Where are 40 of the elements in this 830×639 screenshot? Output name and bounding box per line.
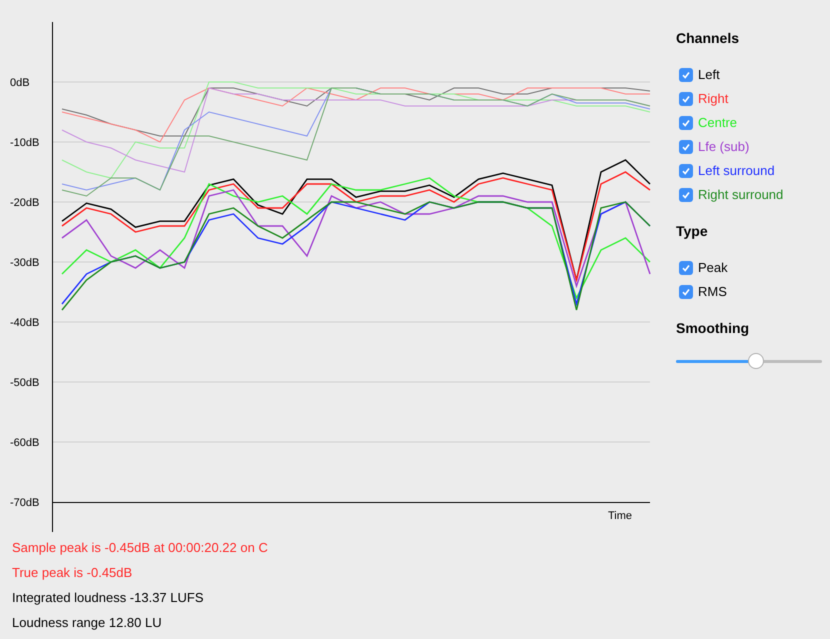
checked-checkbox[interactable]	[679, 92, 693, 106]
readout-text: Loudness range 12.80 LU	[12, 615, 162, 630]
readout-text: True peak is -0.45dB	[12, 565, 132, 580]
checkbox-option[interactable]: Peak	[679, 256, 830, 280]
checked-checkbox[interactable]	[679, 261, 693, 275]
axis-label: Time	[608, 510, 632, 522]
readout-text: Sample peak is -0.45dB at 00:00:20.22 on C	[12, 540, 268, 555]
axis-tick-label: -40dB	[10, 317, 40, 329]
checkmark-icon	[681, 142, 691, 152]
section-heading: Smoothing	[676, 319, 750, 336]
axis-tick-label: -70dB	[10, 497, 40, 509]
axis-tick-label: -10dB	[10, 137, 40, 149]
checkmark-icon	[681, 70, 691, 80]
checkmark-icon	[681, 190, 691, 200]
checked-checkbox[interactable]	[679, 285, 693, 299]
checkmark-icon	[681, 166, 691, 176]
axis-tick-label: -60dB	[10, 437, 40, 449]
checkbox-option[interactable]: Lfe (sub)	[679, 135, 830, 159]
section-heading: Type	[676, 222, 709, 239]
smoothing-slider[interactable]	[676, 353, 822, 369]
checked-checkbox[interactable]	[679, 116, 693, 130]
checkmark-icon	[681, 118, 691, 128]
checked-checkbox[interactable]	[679, 140, 693, 154]
axis-tick-label: 0dB	[10, 77, 30, 89]
checkbox-option[interactable]: Right	[679, 87, 830, 111]
checkbox-option[interactable]: Left	[679, 63, 830, 87]
checkbox-option[interactable]: Right surround	[679, 183, 830, 207]
checked-checkbox[interactable]	[679, 164, 693, 178]
section-heading: Channels	[676, 29, 740, 46]
checked-checkbox[interactable]	[679, 188, 693, 202]
checked-checkbox[interactable]	[679, 68, 693, 82]
checkbox-option[interactable]: Left surround	[679, 159, 830, 183]
axis-tick-label: -50dB	[10, 377, 40, 389]
checkbox-option[interactable]: RMS	[679, 280, 830, 304]
axis-tick-label: -30dB	[10, 257, 40, 269]
checkmark-icon	[681, 94, 691, 104]
checkmark-icon	[681, 287, 691, 297]
checkmark-icon	[681, 263, 691, 273]
readout-text: Integrated loudness -13.37 LUFS	[12, 590, 204, 605]
axis-tick-label: -20dB	[10, 197, 40, 209]
